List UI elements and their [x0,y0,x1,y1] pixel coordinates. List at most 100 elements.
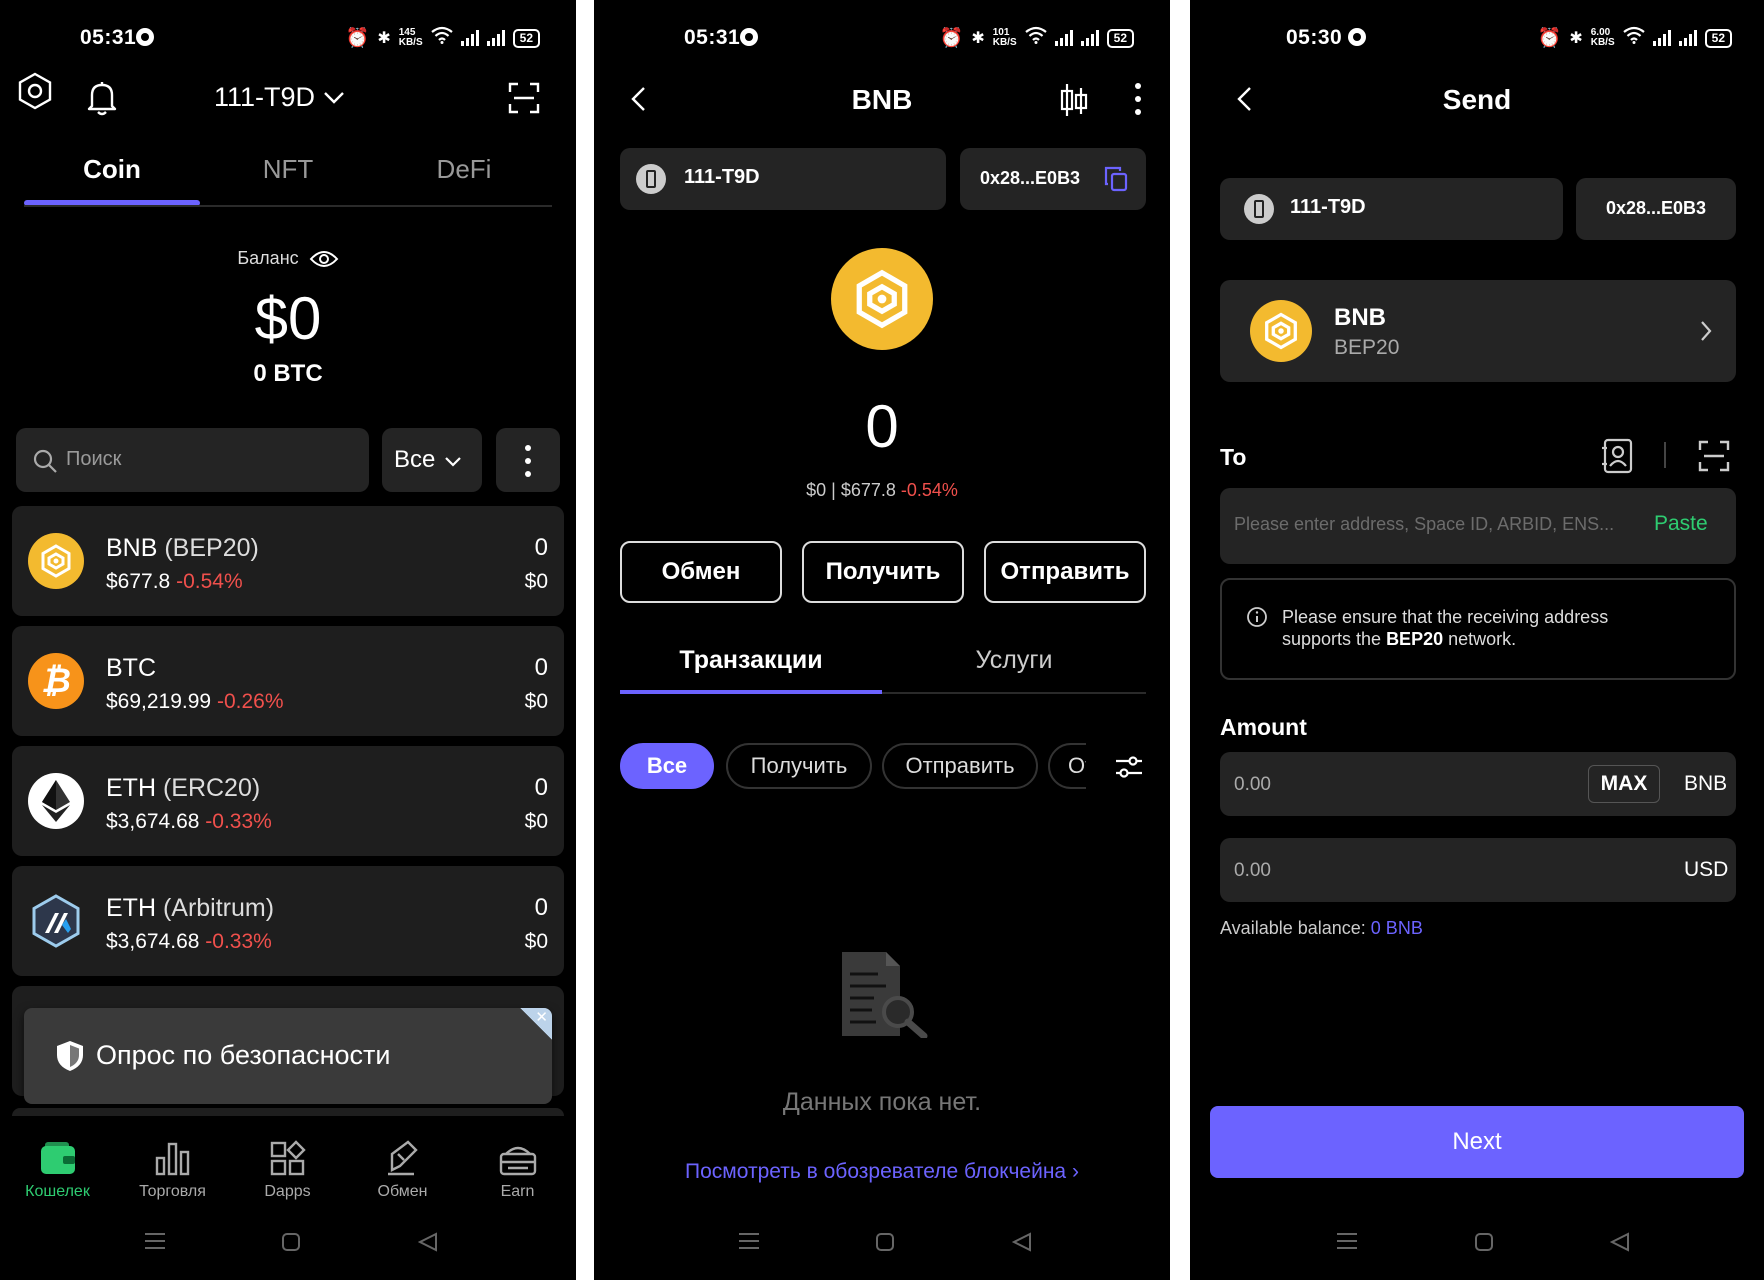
coin-price: $677.8 -0.54% [106,570,243,593]
tab-nft[interactable]: NFT [200,154,376,185]
tab-defi[interactable]: DeFi [376,154,552,185]
recents-gesture-icon[interactable] [1336,1232,1358,1255]
coin-amount: 0 [534,654,548,681]
amount-input[interactable]: 0.00 MAX BNB [1220,752,1736,816]
filter-chip-partial[interactable]: От [1048,743,1086,789]
swap-button[interactable]: Обмен [620,541,782,603]
coin-price: $69,219.99 -0.26% [106,690,284,713]
coin-row-btc[interactable]: ₿ BTC $69,219.99 -0.26% 0 $0 [12,626,564,736]
settings-icon[interactable] [18,72,52,115]
back-gesture-icon[interactable] [1609,1232,1630,1257]
nav-dapps[interactable]: Dapps [230,1140,345,1201]
paste-button[interactable]: Paste [1654,512,1708,536]
coin-price: $3,674.68 -0.33% [106,930,272,953]
status-icons: ⏰ ✱ 101 KB/S 52 [940,26,1134,50]
tab-services[interactable]: Услуги [882,646,1146,675]
more-menu-button[interactable] [496,428,560,492]
coin-usd-value: $0 [524,690,548,713]
arbitrum-logo-icon [28,893,84,949]
address-chip[interactable]: 0x28...E0B3 [1576,178,1736,240]
recents-gesture-icon[interactable] [144,1232,166,1255]
chevron-down-icon [324,91,344,104]
bell-icon[interactable] [86,80,118,121]
max-button[interactable]: MAX [1588,765,1660,803]
asset-tabs: Coin NFT DeFi [24,154,552,208]
amount-label: Amount [1220,714,1307,740]
candlestick-chart-icon[interactable] [1058,82,1090,118]
back-gesture-icon[interactable] [417,1232,438,1257]
tab-transactions[interactable]: Транзакции [620,646,882,675]
empty-document-icon [842,952,928,1038]
nav-wallet[interactable]: Кошелек [0,1140,115,1201]
wallet-address: 0x28...E0B3 [1605,198,1707,218]
status-icons: ⏰ ✱ 145 KB/S 52 [346,26,540,50]
coin-row-eth-erc20[interactable]: ETH (ERC20) $3,674.68 -0.33% 0 $0 [12,746,564,856]
wallet-screen: 05:31 ⏰ ✱ 145 KB/S 52 111-T9D Coin NFT De… [0,0,576,1280]
network-notice: Please ensure that the receiving address… [1220,578,1736,680]
coin-usd-value: $0 [524,930,548,953]
address-book-icon[interactable] [1600,438,1634,474]
filter-chip-receive[interactable]: Получить [726,743,872,789]
bnb-logo-icon [28,533,84,589]
usd-unit: USD [1684,858,1729,881]
address-input[interactable]: Please enter address, Space ID, ARBID, E… [1220,488,1736,564]
bnb-logo-icon [1250,300,1312,362]
search-input[interactable]: Поиск [16,428,369,492]
receive-button[interactable]: Получить [802,541,964,603]
more-vertical-icon[interactable] [1134,82,1142,116]
earn-icon [499,1146,536,1176]
home-gesture-icon[interactable] [281,1232,301,1257]
filter-dropdown[interactable]: Все [382,428,482,492]
send-button[interactable]: Отправить [984,541,1146,603]
coin-row-eth-arbitrum[interactable]: ETH (Arbitrum) $3,674.68 -0.33% 0 $0 [12,866,564,976]
wallet-chip[interactable]: 111-T9D [620,148,946,210]
coin-name: BTC [106,654,156,682]
tab-coin[interactable]: Coin [24,154,200,185]
recents-gesture-icon[interactable] [738,1232,760,1255]
scan-icon[interactable] [1698,440,1730,472]
eye-icon[interactable] [309,249,339,269]
home-gesture-icon[interactable] [1474,1232,1494,1257]
wallet-chip[interactable]: 111-T9D [1220,178,1563,240]
wifi-icon [430,26,453,50]
status-time: 05:31 [684,26,741,49]
status-bar: 05:31 ⏰ ✱ 145 KB/S 52 [0,0,576,76]
home-gesture-icon[interactable] [875,1232,895,1257]
network-speed: 6.00 KB/S [1590,27,1615,48]
eth-logo-icon [28,773,84,829]
scan-icon[interactable] [508,82,540,119]
token-selector[interactable]: BNB BEP20 [1220,280,1736,382]
usd-amount-input[interactable]: 0.00 USD [1220,838,1736,902]
signal-icon [486,30,505,46]
coin-price: $3,674.68 -0.33% [106,810,272,833]
bluetooth-icon: ✱ [377,30,391,47]
copy-icon[interactable] [1104,166,1128,192]
network-speed: 101 KB/S [992,27,1017,48]
swap-icon [387,1140,418,1176]
next-button[interactable]: Next [1210,1106,1744,1178]
tab-indicator [620,690,882,694]
nav-earn[interactable]: Earn [460,1140,575,1201]
battery-icon: 52 [1106,28,1134,48]
balance-header: Баланс [0,248,576,269]
nav-swap[interactable]: Обмен [345,1140,460,1201]
wallet-selector[interactable]: 111-T9D [214,82,345,113]
address-chip[interactable]: 0x28...E0B3 [960,148,1146,210]
sliders-icon[interactable] [1114,754,1144,780]
filter-chip-send[interactable]: Отправить [882,743,1038,789]
wifi-icon [1622,26,1645,50]
info-icon [1247,607,1267,627]
status-icons: ⏰ ✱ 6.00 KB/S 52 [1538,26,1732,50]
bnb-logo-icon [831,248,933,350]
filter-chip-all[interactable]: Все [620,743,714,789]
explorer-link[interactable]: Посмотреть в обозревателе блокчейна › [594,1160,1170,1184]
token-price-line: $0 | $677.8 -0.54% [806,480,958,500]
search-icon [33,449,57,473]
back-gesture-icon[interactable] [1011,1232,1032,1257]
bluetooth-icon: ✱ [1569,30,1583,47]
wallet-icon [40,1142,75,1174]
close-icon[interactable]: ✕ [535,1008,548,1026]
security-survey-banner[interactable]: Опрос по безопасности ✕ [24,1008,552,1104]
coin-row-bnb[interactable]: BNB (BEP20) $677.8 -0.54% 0 $0 [12,506,564,616]
nav-trade[interactable]: Торговля [115,1140,230,1201]
